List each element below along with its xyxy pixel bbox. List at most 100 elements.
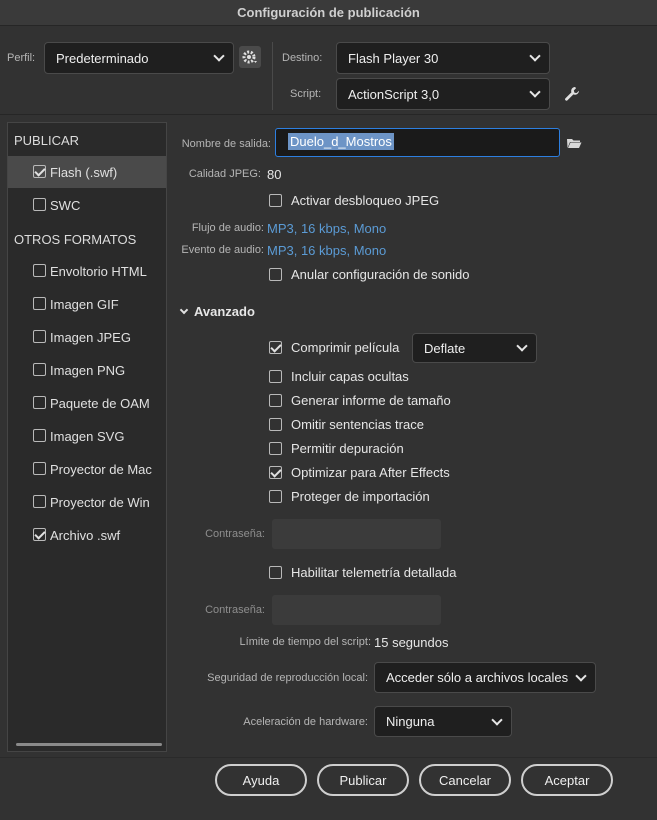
svg-checkbox[interactable]	[33, 429, 46, 442]
script-dropdown[interactable]: ActionScript 3,0	[336, 78, 550, 110]
omit-trace-checkbox[interactable]	[269, 418, 282, 431]
password2-label: Contraseña:	[205, 604, 265, 616]
audio-event-link[interactable]: MP3, 16 kbps, Mono	[267, 243, 386, 258]
sidebar-item-label: Proyector de Mac	[50, 461, 152, 477]
after-effects-checkbox[interactable]	[269, 466, 282, 479]
size-report-label: Generar informe de tamaño	[291, 393, 451, 408]
browse-folder-button[interactable]	[566, 136, 582, 150]
sidebar-scrollbar[interactable]	[16, 743, 162, 746]
after-effects-label: Optimizar para After Effects	[291, 465, 450, 480]
output-name-input[interactable]: Duelo_d_Mostros	[275, 128, 560, 157]
compress-dropdown[interactable]: Deflate	[412, 333, 537, 363]
sidebar-item-swc[interactable]: SWC	[8, 189, 166, 221]
sidebar-item-label: Envoltorio HTML	[50, 263, 147, 279]
chevron-down-icon	[213, 50, 225, 62]
sidebar-item-flash[interactable]: Flash (.swf)	[8, 156, 166, 188]
png-checkbox[interactable]	[33, 363, 46, 376]
perfil-value: Predeterminado	[56, 50, 149, 66]
accept-button[interactable]: Aceptar	[521, 764, 613, 796]
override-sound-checkbox[interactable]	[269, 268, 282, 281]
script-settings-button[interactable]	[563, 85, 581, 103]
jpeg-unlock-checkbox[interactable]	[269, 194, 282, 207]
publish-button[interactable]: Publicar	[317, 764, 409, 796]
folder-icon	[567, 139, 582, 148]
override-sound-label: Anular configuración de sonido	[291, 267, 470, 282]
sidebar-item-label: Archivo .swf	[50, 527, 121, 543]
sidebar-item-label: Imagen JPEG	[50, 329, 131, 345]
sidebar-item-label: Paquete de OAM	[50, 395, 150, 411]
sidebar-item-svg[interactable]: Imagen SVG	[8, 420, 166, 452]
swf-archive-checkbox[interactable]	[33, 528, 46, 541]
header-separator	[272, 42, 273, 110]
omit-trace-label: Omitir sentencias trace	[291, 417, 424, 432]
sidebar-item-swf-archive[interactable]: Archivo .swf	[8, 519, 166, 551]
compress-label: Comprimir película	[291, 340, 400, 355]
sidebar-item-jpeg[interactable]: Imagen JPEG	[8, 321, 166, 353]
section-otros-formatos: OTROS FORMATOS	[14, 232, 137, 247]
sidebar-item-label: Flash (.swf)	[50, 164, 118, 180]
password2-field[interactable]	[272, 595, 441, 625]
help-button[interactable]: Ayuda	[215, 764, 307, 796]
debug-checkbox[interactable]	[269, 442, 282, 455]
audio-event-label: Evento de audio:	[181, 244, 264, 256]
script-label: Script:	[290, 88, 322, 100]
sidebar-item-label: Imagen SVG	[50, 428, 125, 444]
size-report-checkbox[interactable]	[269, 394, 282, 407]
telemetry-checkbox[interactable]	[269, 566, 282, 579]
header-divider	[0, 114, 657, 115]
chevron-down-icon	[575, 669, 587, 682]
perfil-label: Perfil:	[7, 52, 36, 64]
profile-options-button[interactable]	[239, 46, 261, 68]
flash-checkbox[interactable]	[33, 165, 46, 178]
window-title: Configuración de publicación	[0, 0, 657, 26]
protect-import-label: Proteger de importación	[291, 489, 430, 504]
hw-accel-value: Ninguna	[386, 714, 435, 729]
chevron-down-icon	[516, 340, 528, 352]
output-name-label: Nombre de salida:	[181, 138, 271, 150]
oam-checkbox[interactable]	[33, 396, 46, 409]
audio-stream-link[interactable]: MP3, 16 kbps, Mono	[267, 221, 386, 236]
jpeg-quality-label: Calidad JPEG:	[188, 168, 261, 180]
sidebar-item-png[interactable]: Imagen PNG	[8, 354, 166, 386]
script-limit-label: Límite de tiempo del script:	[239, 636, 371, 648]
destino-dropdown[interactable]: Flash Player 30	[336, 42, 550, 74]
chevron-down-icon	[529, 50, 541, 62]
advanced-toggle[interactable]: Avanzado	[179, 304, 255, 319]
local-security-dropdown[interactable]: Acceder sólo a archivos locales	[374, 662, 596, 693]
sidebar-item-label: Proyector de Win	[50, 494, 150, 510]
chevron-down-icon	[179, 305, 189, 314]
destino-label: Destino:	[282, 52, 323, 64]
password-label: Contraseña:	[205, 528, 265, 540]
protect-import-checkbox[interactable]	[269, 490, 282, 503]
hidden-layers-checkbox[interactable]	[269, 370, 282, 383]
jpeg-quality-value[interactable]: 80	[267, 167, 281, 182]
sidebar-item-label: SWC	[50, 197, 81, 213]
compress-checkbox[interactable]	[269, 341, 282, 354]
sidebar-item-oam[interactable]: Paquete de OAM	[8, 387, 166, 419]
sidebar-item-win-projector[interactable]: Proyector de Win	[8, 486, 166, 518]
chevron-down-icon	[491, 713, 503, 726]
sidebar-item-html[interactable]: Envoltorio HTML	[8, 255, 166, 287]
hw-accel-dropdown[interactable]: Ninguna	[374, 706, 512, 737]
hidden-layers-label: Incluir capas ocultas	[291, 369, 409, 384]
debug-label: Permitir depuración	[291, 441, 404, 456]
sidebar-item-gif[interactable]: Imagen GIF	[8, 288, 166, 320]
cancel-button[interactable]: Cancelar	[419, 764, 511, 796]
script-limit-value[interactable]: 15 segundos	[374, 635, 448, 650]
mac-projector-checkbox[interactable]	[33, 462, 46, 475]
sidebar: PUBLICAR Flash (.swf) SWC OTROS FORMATOS…	[7, 122, 167, 752]
swc-checkbox[interactable]	[33, 198, 46, 211]
sidebar-item-mac-projector[interactable]: Proyector de Mac	[8, 453, 166, 485]
section-publicar: PUBLICAR	[14, 133, 80, 148]
win-projector-checkbox[interactable]	[33, 495, 46, 508]
telemetry-label: Habilitar telemetría detallada	[291, 565, 457, 580]
local-security-value: Acceder sólo a archivos locales	[386, 670, 569, 685]
perfil-dropdown[interactable]: Predeterminado	[44, 42, 234, 74]
gif-checkbox[interactable]	[33, 297, 46, 310]
jpeg-unlock-label: Activar desbloqueo JPEG	[291, 193, 440, 208]
audio-stream-label: Flujo de audio:	[191, 222, 264, 234]
html-checkbox[interactable]	[33, 264, 46, 277]
footer-divider	[0, 757, 657, 758]
jpeg-checkbox[interactable]	[33, 330, 46, 343]
password-field[interactable]	[272, 519, 441, 549]
